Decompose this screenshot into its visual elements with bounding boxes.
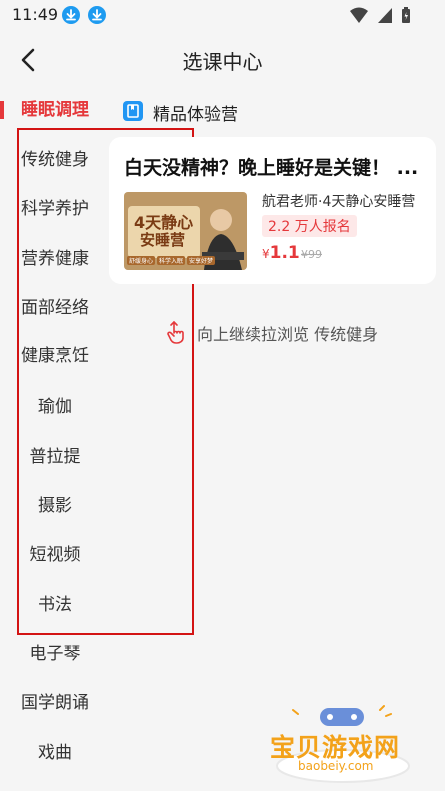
section-title: 精品体验营 <box>153 105 238 125</box>
enroll-count-badge: 2.2 万人报名 <box>262 215 357 237</box>
scroll-hint-text: 向上继续拉浏览 传统健身 <box>197 325 379 344</box>
course-thumbnail: 4天静心 安睡营 舒缓身心 科学入眠 安享好梦 <box>124 192 247 270</box>
wifi-icon <box>349 7 368 23</box>
swipe-up-hand-icon <box>165 320 189 344</box>
sidebar-item-label: 电子琴 <box>29 644 81 664</box>
thumb-tag: 舒缓身心 <box>127 256 156 265</box>
price-symbol: ¥ <box>262 247 270 261</box>
status-time: 11:49 <box>12 5 59 24</box>
thumb-title-line2: 安睡营 <box>140 231 186 249</box>
sidebar-item-label: 睡眠调理 <box>21 100 89 120</box>
course-price: ¥1.1 <box>262 243 300 263</box>
sidebar-item-recitation[interactable]: 国学朗诵 <box>0 683 110 723</box>
thumb-tag: 安享好梦 <box>187 256 216 265</box>
download-icon <box>88 6 106 24</box>
download-icon <box>62 6 80 24</box>
original-price: ¥99 <box>301 248 322 261</box>
book-icon <box>123 101 143 121</box>
header: 选课中心 <box>0 32 445 88</box>
watermark-logo: 宝贝游戏网 baobeiy.com <box>268 704 418 784</box>
sidebar-item-label: 国学朗诵 <box>21 693 89 713</box>
course-title: 白天没精神？晚上睡好是关键！ ... <box>124 157 419 179</box>
status-bar: 11:49 <box>0 0 445 32</box>
watermark-url: baobeiy.com <box>298 759 374 773</box>
thumb-tag: 科学入眠 <box>157 256 186 265</box>
active-indicator <box>0 101 4 119</box>
page-title: 选课中心 <box>182 50 263 74</box>
price-value: 1.1 <box>269 243 300 263</box>
sidebar-item-opera[interactable]: 戏曲 <box>0 733 110 773</box>
sidebar-item-label: 戏曲 <box>38 743 72 763</box>
sidebar-item-keyboard[interactable]: 电子琴 <box>0 634 110 674</box>
course-teacher: 航君老师·4天静心安睡营 <box>262 194 416 210</box>
course-card[interactable]: 白天没精神？晚上睡好是关键！ ... 4天静心 安睡营 舒缓身心 科学入眠 安享… <box>109 137 436 284</box>
signal-icon <box>377 8 392 23</box>
sidebar-item-sleep[interactable]: 睡眠调理 <box>0 90 110 130</box>
battery-icon <box>402 7 410 23</box>
